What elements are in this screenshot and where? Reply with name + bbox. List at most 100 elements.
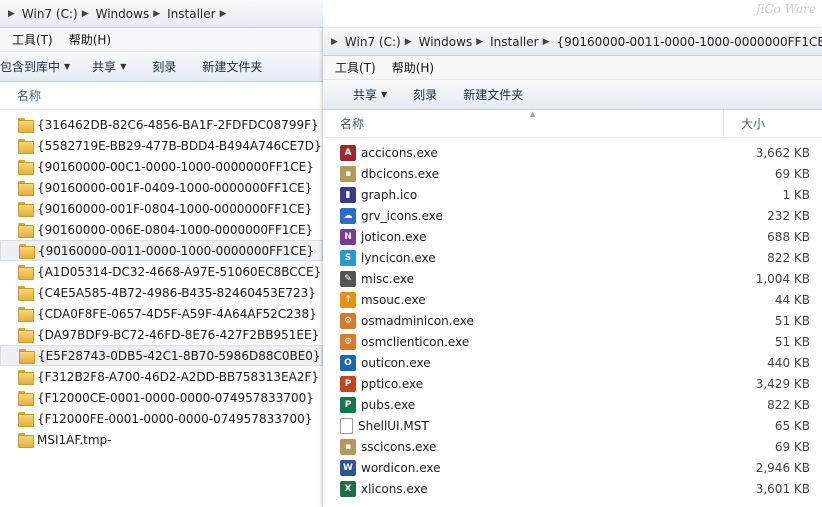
file-size: 51 KB	[774, 334, 810, 349]
menu-tools[interactable]: 工具(T)	[12, 31, 53, 48]
menu-tools[interactable]: 工具(T)	[335, 59, 376, 76]
menu-help[interactable]: 帮助(H)	[392, 59, 434, 76]
file-row[interactable]: ▪ dbcicons.exe 69 KB	[323, 163, 822, 184]
folder-row[interactable]: {90160000-001F-0804-1000-0000000FF1CE}	[0, 198, 323, 219]
file-list: Aaccicons.exe 3,662 KB ▪ dbcicons.exe 69 KB ▮…	[323, 138, 822, 499]
file-row[interactable]: ⚙ osmadminicon.exe 51 KB	[323, 310, 822, 331]
column-headers: ▲ 名称 大小	[323, 110, 822, 138]
folder-row[interactable]: {F312B2F8-A700-46D2-A2DD-BB758313EA2F}	[0, 366, 323, 387]
folder-row[interactable]: {F12000CE-0001-0000-0000-074957833700}	[0, 387, 323, 408]
share-button[interactable]: 共享 ▼	[92, 58, 126, 75]
folder-row[interactable]: {90160000-006E-0804-1000-0000000FF1CE}	[0, 219, 323, 240]
menu-help[interactable]: 帮助(H)	[69, 31, 111, 48]
file-name: lyncicon.exe	[361, 250, 436, 265]
new-folder-button[interactable]: 新建文件夹	[202, 58, 262, 75]
file-size: 69 KB	[774, 166, 810, 181]
file-size: 1 KB	[782, 187, 810, 202]
file-row[interactable]: Ppubs.exe 822 KB	[323, 394, 822, 415]
breadcrumb-item[interactable]: Windows	[96, 7, 150, 21]
file-row[interactable]: ↑ msouc.exe 44 KB	[323, 289, 822, 310]
folder-row[interactable]: {90160000-001F-0409-1000-0000000FF1CE}	[0, 177, 323, 198]
folder-row[interactable]: {C4E5A585-4B72-4986-B435-82460453E723}	[0, 282, 323, 303]
blank-file-icon	[340, 417, 353, 434]
folder-row[interactable]: {DA97BDF9-BC72-46FD-8E76-427F2BB951EE}	[0, 324, 323, 345]
folder-icon	[18, 265, 34, 280]
folder-row[interactable]: {CDA0F8FE-0657-4D5F-A59F-4A64AF52C238}	[0, 303, 323, 324]
column-divider[interactable]	[723, 110, 724, 138]
include-in-library-button[interactable]: 包含到库中 ▼	[0, 58, 70, 75]
burn-button[interactable]: 刻录	[413, 86, 437, 103]
file-row[interactable]: ▮ graph.ico 1 KB	[323, 184, 822, 205]
folder-icon	[18, 391, 34, 406]
file-row[interactable]: Oouticon.exe 440 KB	[323, 352, 822, 373]
breadcrumb-arrow-icon[interactable]: ▶	[405, 37, 412, 47]
menu-bar: 工具(T) 帮助(H)	[323, 56, 822, 80]
breadcrumb-arrow-icon[interactable]: ▶	[331, 37, 338, 47]
file-size: 51 KB	[774, 313, 810, 328]
folder-icon	[19, 349, 35, 364]
folder-icon	[18, 181, 34, 196]
file-row[interactable]: Wwordicon.exe 2,946 KB	[323, 457, 822, 478]
menu-bar: 工具(T) 帮助(H)	[0, 28, 323, 52]
file-row[interactable]: ShellUI.MST 65 KB	[323, 415, 822, 436]
column-name-header[interactable]: 名称	[340, 115, 364, 132]
breadcrumb-arrow-icon[interactable]: ▶	[82, 9, 89, 19]
folder-name: {5582719E-BB29-477B-BDD4-B494A746CE7D}	[37, 138, 322, 153]
folder-name: {F312B2F8-A700-46D2-A2DD-BB758313EA2F}	[37, 369, 320, 384]
breadcrumb-item[interactable]: Windows	[419, 35, 473, 49]
folder-row[interactable]: {F12000FE-0001-0000-0000-074957833700}	[0, 408, 323, 429]
folder-name: {F12000FE-0001-0000-0000-074957833700}	[37, 411, 313, 426]
file-size: 3,429 KB	[755, 376, 810, 391]
file-row[interactable]: ⚙ osmclienticon.exe 51 KB	[323, 331, 822, 352]
file-row[interactable]: Slyncicon.exe 822 KB	[323, 247, 822, 268]
file-row[interactable]: Aaccicons.exe 3,662 KB	[323, 142, 822, 163]
folder-icon	[18, 412, 34, 427]
address-bar[interactable]: ▶ Win7 (C:) ▶ Windows ▶ Installer ▶ {901…	[323, 28, 822, 56]
share-button[interactable]: 共享 ▼	[353, 86, 387, 103]
folder-row[interactable]: {90160000-00C1-0000-1000-0000000FF1CE}	[0, 156, 323, 177]
left-explorer-window: ▶ Win7 (C:) ▶ Windows ▶ Installer ▶ 工具(T…	[0, 0, 323, 507]
file-name: graph.ico	[361, 187, 418, 202]
sort-arrow-icon: ▲	[530, 110, 536, 118]
folder-icon	[18, 307, 34, 322]
folder-row[interactable]: {316462DB-82C6-4856-BA1F-2FDFDC08799F}	[0, 114, 323, 135]
burn-button[interactable]: 刻录	[152, 58, 176, 75]
column-header-name[interactable]: 名称	[0, 82, 323, 110]
include-label: 包含到库中	[0, 60, 61, 74]
breadcrumb-arrow-icon[interactable]: ▶	[476, 37, 483, 47]
breadcrumb-arrow-icon[interactable]: ▶	[8, 9, 15, 19]
file-row[interactable]: ☁ grv_icons.exe 232 KB	[323, 205, 822, 226]
folder-row[interactable]: {90160000-0011-0000-1000-0000000FF1CE}	[0, 240, 323, 261]
folder-row[interactable]: {5582719E-BB29-477B-BDD4-B494A746CE7D}	[0, 135, 323, 156]
breadcrumb-arrow-icon[interactable]: ▶	[543, 37, 550, 47]
publisher-icon: P	[340, 396, 356, 413]
folder-icon	[18, 328, 34, 343]
file-size: 822 KB	[767, 397, 810, 412]
breadcrumb-item[interactable]: Win7 (C:)	[22, 7, 78, 21]
file-size: 1,004 KB	[755, 271, 810, 286]
file-row[interactable]: Njoticon.exe 688 KB	[323, 226, 822, 247]
file-name: dbcicons.exe	[361, 166, 440, 181]
breadcrumb-item[interactable]: {90160000-0011-0000-1000-0000000FF1CE}	[557, 35, 822, 49]
new-folder-button[interactable]: 新建文件夹	[463, 86, 523, 103]
dbc-icon: ▪	[340, 165, 356, 182]
file-size: 440 KB	[767, 355, 810, 370]
folder-row[interactable]: {E5F28743-0DB5-42C1-8B70-5986D88C0BE0}	[0, 345, 323, 366]
breadcrumb-arrow-icon[interactable]: ▶	[220, 9, 227, 19]
breadcrumb-item[interactable]: Installer	[167, 7, 215, 21]
address-bar[interactable]: ▶ Win7 (C:) ▶ Windows ▶ Installer ▶	[0, 0, 323, 28]
file-row[interactable]: ✎ misc.exe 1,004 KB	[323, 268, 822, 289]
breadcrumb-arrow-icon[interactable]: ▶	[153, 9, 160, 19]
folder-row[interactable]: {A1D05314-DC32-4668-A97E-51060EC8BCCE}	[0, 261, 323, 282]
breadcrumb-item[interactable]: Installer	[490, 35, 538, 49]
groove-icon: ☁	[340, 207, 356, 224]
folder-icon	[19, 244, 35, 259]
column-size-header[interactable]: 大小	[741, 115, 765, 132]
file-row[interactable]: Xxlicons.exe 3,601 KB	[323, 478, 822, 499]
file-row[interactable]: ▪ sscicons.exe 69 KB	[323, 436, 822, 457]
file-row[interactable]: Ppptico.exe 3,429 KB	[323, 373, 822, 394]
osm-admin-icon: ⚙	[340, 312, 356, 329]
folder-row[interactable]: MSI1AF.tmp-	[0, 429, 323, 450]
breadcrumb-item[interactable]: Win7 (C:)	[345, 35, 401, 49]
file-size: 3,601 KB	[755, 481, 810, 496]
